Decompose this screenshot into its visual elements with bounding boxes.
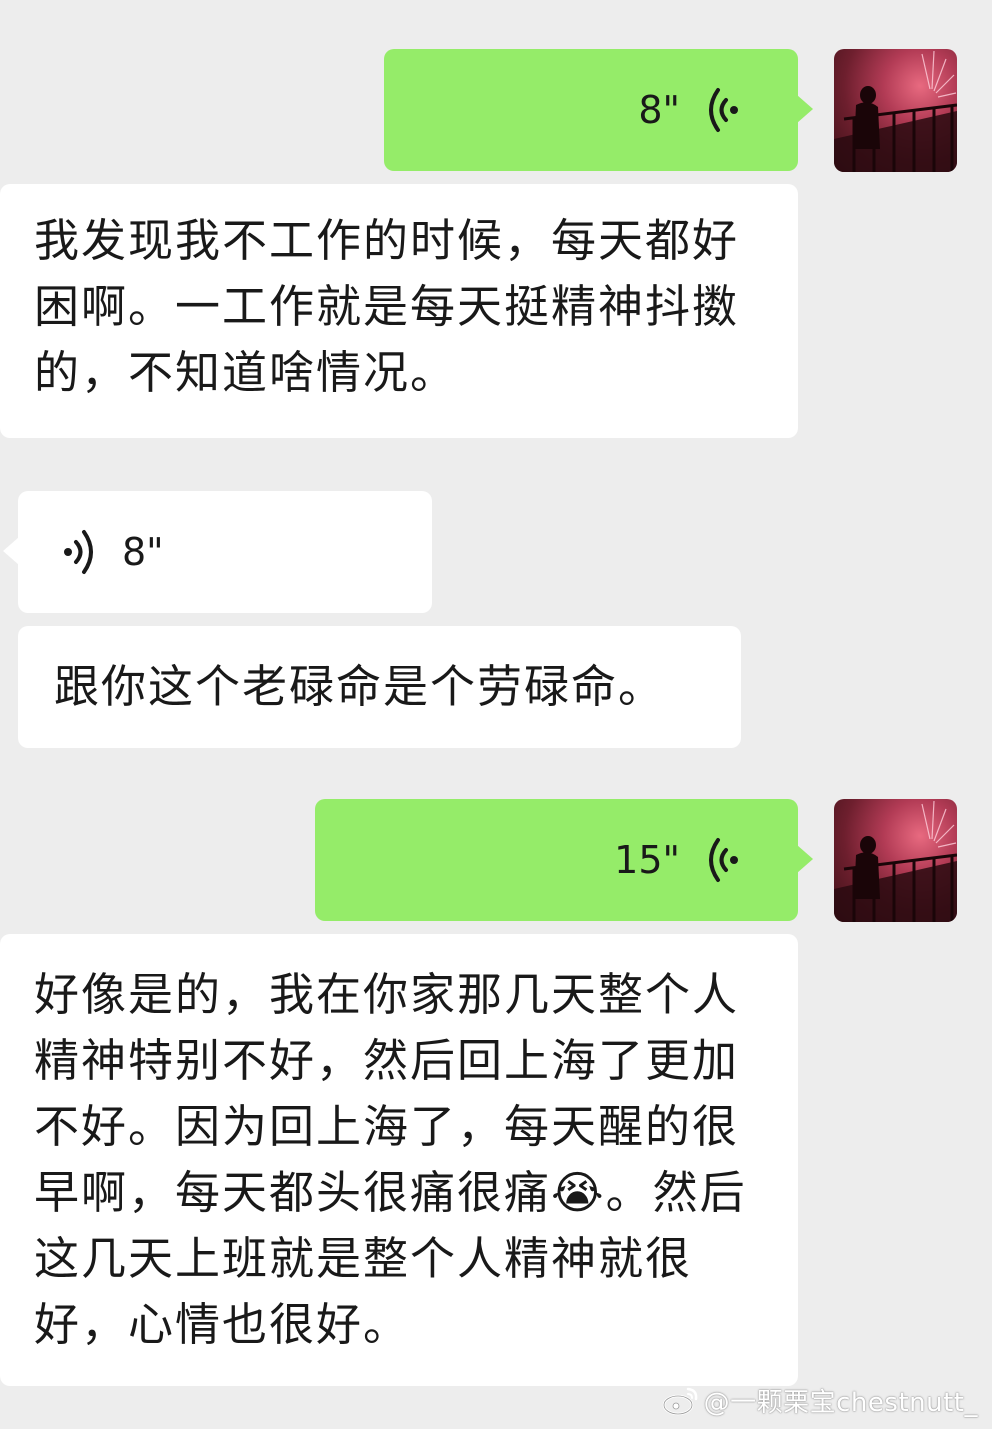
voice-duration: 15" bbox=[614, 838, 680, 882]
user-avatar[interactable] bbox=[834, 799, 957, 922]
voice-transcript-2[interactable]: 跟你这个老碌命是个劳碌命。 bbox=[18, 626, 741, 748]
voice-duration: 8" bbox=[122, 530, 164, 574]
transcript-text: 跟你这个老碌命是个劳碌命。 bbox=[54, 660, 666, 713]
sent-voice-message-1[interactable]: 8" bbox=[384, 49, 813, 171]
weibo-logo-icon bbox=[662, 1387, 697, 1415]
avatar-photo bbox=[834, 50, 957, 172]
weibo-watermark: @一颗栗宝chestnutt_ bbox=[662, 1382, 978, 1419]
voice-transcript-3[interactable]: 好像是的，我在你家那几天整个人精神特别不好，然后回上海了更加不好。因为回上海了，… bbox=[0, 934, 798, 1386]
user-avatar[interactable] bbox=[834, 49, 957, 172]
transcript-text: 好像是的，我在你家那几天整个人精神特别不好，然后回上海了更加不好。因为回上海了，… bbox=[34, 968, 747, 1351]
voice-wave-icon bbox=[709, 88, 738, 132]
voice-duration: 8" bbox=[638, 88, 680, 132]
transcript-text: 我发现我不工作的时候，每天都好困啊。一工作就是每天挺精神抖擞的，不知道啥情况。 bbox=[34, 214, 740, 399]
sent-voice-message-2[interactable]: 15" bbox=[315, 799, 813, 921]
watermark-text: @一颗栗宝chestnutt_ bbox=[703, 1388, 978, 1418]
voice-transcript-1[interactable]: 我发现我不工作的时候，每天都好困啊。一工作就是每天挺精神抖擞的，不知道啥情况。 bbox=[0, 184, 798, 438]
voice-wave-icon bbox=[64, 530, 93, 574]
voice-wave-icon bbox=[709, 838, 738, 882]
received-voice-message[interactable]: 8" bbox=[3, 491, 432, 613]
avatar-photo bbox=[834, 800, 957, 922]
